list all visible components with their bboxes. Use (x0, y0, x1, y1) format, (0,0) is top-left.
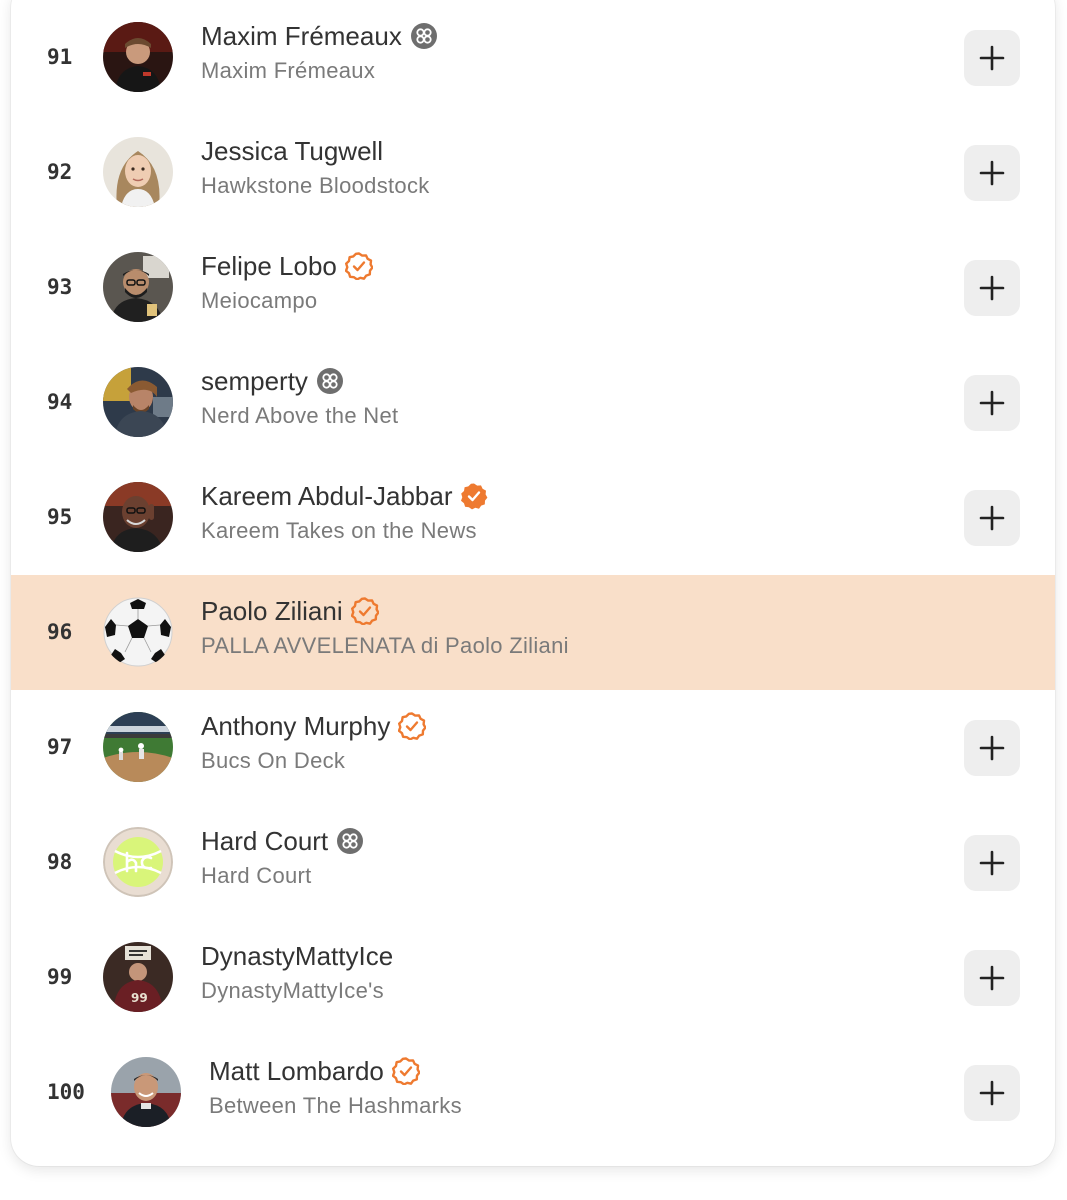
author-name[interactable]: Jessica Tugwell (201, 136, 383, 167)
avatar[interactable] (111, 1057, 181, 1127)
plus-icon (979, 160, 1005, 186)
avatar[interactable] (103, 712, 173, 782)
add-button[interactable] (964, 1065, 1020, 1121)
rank-number: 96 (47, 620, 73, 644)
add-button[interactable] (964, 835, 1020, 891)
author-name[interactable]: semperty (201, 366, 308, 397)
author-info: semperty Nerd Above the Net (201, 363, 398, 429)
leaderboard-row[interactable]: 99 99 DynastyMattyIce DynastyMattyIce's (11, 920, 1055, 1035)
verified-filled-icon (460, 482, 488, 510)
publication-name[interactable]: Nerd Above the Net (201, 403, 398, 429)
leaderboard-row[interactable]: 94 semperty Nerd Above the Net (11, 345, 1055, 460)
author-info: Jessica Tugwell Hawkstone Bloodstock (201, 133, 430, 199)
plus-icon (979, 965, 1005, 991)
plus-icon (979, 735, 1005, 761)
publication-name[interactable]: DynastyMattyIce's (201, 978, 393, 1004)
verified-outline-icon (350, 597, 380, 626)
publication-name[interactable]: Maxim Frémeaux (201, 58, 438, 84)
leaderboard-row[interactable]: 92 Jessica Tugwell Hawkstone Bloodstock (11, 115, 1055, 230)
author-info: Felipe Lobo Meiocampo (201, 248, 374, 314)
avatar[interactable] (103, 482, 173, 552)
author-info: Kareem Abdul-Jabbar Kareem Takes on the … (201, 478, 488, 544)
author-name[interactable]: Hard Court (201, 826, 328, 857)
leaderboard-card: 91 Maxim Frémeaux Maxim Frémeaux 92 Jess… (11, 0, 1055, 1166)
svg-text:99: 99 (131, 991, 148, 1005)
publication-name[interactable]: Hard Court (201, 863, 364, 889)
author-info: DynastyMattyIce DynastyMattyIce's (201, 938, 393, 1004)
plus-icon (979, 45, 1005, 71)
rank-number: 91 (47, 45, 73, 69)
publication-name[interactable]: Kareem Takes on the News (201, 518, 488, 544)
author-info: Anthony Murphy Bucs On Deck (201, 708, 427, 774)
author-name[interactable]: Kareem Abdul-Jabbar (201, 481, 452, 512)
rank-number: 94 (47, 390, 73, 414)
rank-number: 100 (47, 1080, 85, 1104)
author-name[interactable]: Paolo Ziliani (201, 596, 343, 627)
add-button[interactable] (964, 950, 1020, 1006)
verified-outline-icon (391, 1057, 421, 1086)
leaderboard-row[interactable]: 98 Hard Court Hard Court (11, 805, 1055, 920)
rank-number: 95 (47, 505, 73, 529)
bestseller-icon (336, 827, 364, 855)
avatar[interactable] (103, 137, 173, 207)
author-name[interactable]: Maxim Frémeaux (201, 21, 402, 52)
leaderboard-row-highlighted[interactable]: 96 Paolo Ziliani PALLA AVVELENATA di Pao… (11, 575, 1055, 690)
author-info: Matt Lombardo Between The Hashmarks (209, 1053, 462, 1119)
verified-outline-icon (344, 252, 374, 281)
author-info: Paolo Ziliani PALLA AVVELENATA di Paolo … (201, 593, 569, 659)
rank-number: 98 (47, 850, 73, 874)
author-name[interactable]: DynastyMattyIce (201, 941, 393, 972)
leaderboard-row[interactable]: 91 Maxim Frémeaux Maxim Frémeaux (11, 0, 1055, 115)
plus-icon (979, 1080, 1005, 1106)
rank-number: 93 (47, 275, 73, 299)
avatar[interactable] (103, 367, 173, 437)
avatar[interactable] (103, 597, 173, 667)
add-button[interactable] (964, 30, 1020, 86)
add-button[interactable] (964, 260, 1020, 316)
plus-icon (979, 850, 1005, 876)
bestseller-icon (410, 22, 438, 50)
author-info: Hard Court Hard Court (201, 823, 364, 889)
plus-icon (979, 275, 1005, 301)
publication-name[interactable]: Between The Hashmarks (209, 1093, 462, 1119)
avatar[interactable] (103, 22, 173, 92)
leaderboard-row[interactable]: 100 Matt Lombardo Between The Hashmarks (11, 1035, 1055, 1150)
add-button[interactable] (964, 490, 1020, 546)
avatar[interactable] (103, 252, 173, 322)
author-name[interactable]: Felipe Lobo (201, 251, 337, 282)
avatar[interactable]: 99 (103, 942, 173, 1012)
add-button[interactable] (964, 720, 1020, 776)
add-button[interactable] (964, 375, 1020, 431)
avatar[interactable] (103, 827, 173, 897)
author-name[interactable]: Anthony Murphy (201, 711, 390, 742)
publication-name[interactable]: PALLA AVVELENATA di Paolo Ziliani (201, 633, 569, 659)
rank-number: 99 (47, 965, 73, 989)
publication-name[interactable]: Bucs On Deck (201, 748, 426, 774)
leaderboard-row[interactable]: 97 Anthony Murphy Bucs On Deck (11, 690, 1055, 805)
plus-icon (979, 390, 1005, 416)
rank-number: 92 (47, 160, 73, 184)
rank-number: 97 (47, 735, 73, 759)
author-info: Maxim Frémeaux Maxim Frémeaux (201, 18, 438, 84)
bestseller-icon (316, 367, 344, 395)
publication-name[interactable]: Hawkstone Bloodstock (201, 173, 430, 199)
add-button[interactable] (964, 145, 1020, 201)
plus-icon (979, 505, 1005, 531)
leaderboard-row[interactable]: 95 Kareem Abdul-Jabbar Kareem Takes on t… (11, 460, 1055, 575)
author-name[interactable]: Matt Lombardo (209, 1056, 384, 1087)
leaderboard-row[interactable]: 93 Felipe Lobo Meiocampo (11, 230, 1055, 345)
verified-outline-icon (398, 712, 427, 741)
leaderboard-list: 91 Maxim Frémeaux Maxim Frémeaux 92 Jess… (11, 0, 1055, 1150)
publication-name[interactable]: Meiocampo (201, 288, 373, 314)
